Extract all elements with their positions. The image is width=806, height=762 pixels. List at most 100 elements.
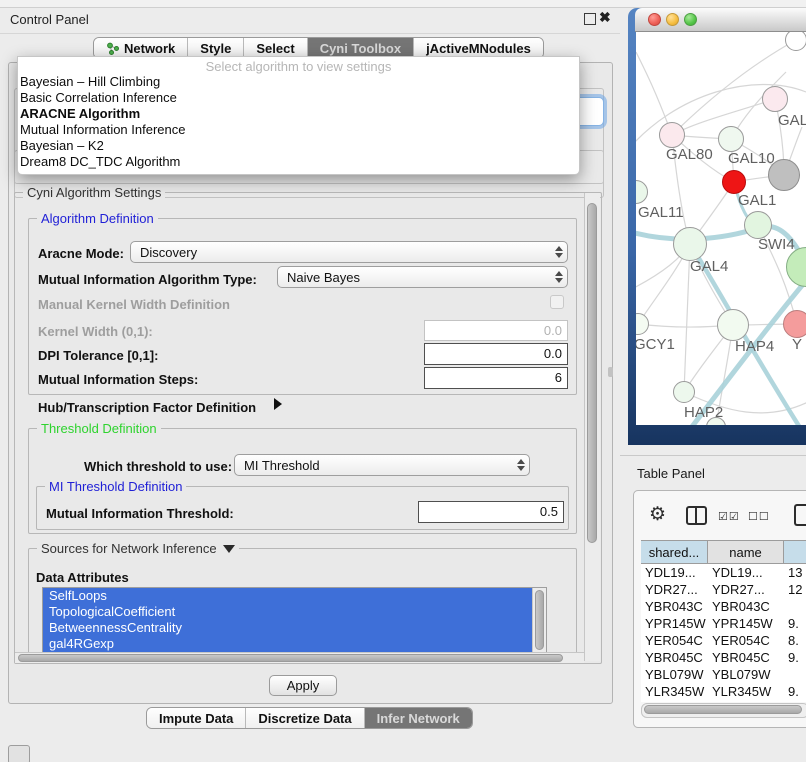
node-label: HAP4 [735, 338, 774, 355]
tab-cyni-toolbox[interactable]: Cyni Toolbox [307, 38, 413, 58]
list-scrollbar-thumb[interactable] [535, 590, 544, 650]
dropdown-item[interactable]: ARACNE Algorithm [20, 106, 577, 122]
table-cell: YBR043C [708, 598, 784, 615]
mi-threshold-field[interactable]: 0.5 [418, 501, 564, 523]
tab-select[interactable]: Select [243, 38, 306, 58]
panel-divider-handle[interactable] [608, 367, 613, 377]
dropdown-item[interactable]: Bayesian – K2 [20, 138, 577, 154]
table-header-row: shared... name [641, 540, 806, 564]
spinner-arrows-icon [551, 271, 567, 283]
table-row[interactable]: YLR345WYLR345W9. [641, 683, 806, 700]
data-attribute-item[interactable]: gal4RGexp [43, 636, 537, 652]
network-node-hap4[interactable] [717, 309, 749, 341]
node-label: GAL80 [666, 146, 713, 163]
application-screen: Control Panel ✖ NetworkStyleSelectCyni T… [0, 0, 806, 762]
settings-vscrollbar-thumb[interactable] [587, 203, 597, 543]
bottom-tabbar: Impute DataDiscretize DataInfer Network [146, 707, 473, 729]
node-label: GCY1 [636, 336, 675, 353]
data-attribute-item[interactable]: BetweennessCentrality [43, 620, 537, 636]
table-cell: YIL052C [708, 700, 784, 702]
table-row[interactable]: YDL19...YDL19...13 [641, 564, 806, 581]
tab-style[interactable]: Style [187, 38, 243, 58]
network-window-titlebar[interactable] [635, 8, 806, 32]
table-cell: YBR043C [641, 598, 708, 615]
aracne-mode-combobox[interactable]: Discovery [130, 241, 568, 263]
unchecked-pair-icon[interactable]: ☐☐ [748, 510, 770, 523]
spinner-arrows-icon [551, 246, 567, 258]
dropdown-item[interactable]: Bayesian – Hill Climbing [20, 74, 577, 90]
column-header-shared[interactable]: shared... [641, 541, 708, 563]
settings-hscrollbar-thumb[interactable] [18, 654, 563, 662]
dropdown-item[interactable]: Mutual Information Inference [20, 122, 577, 138]
table-cell: YDL19... [641, 564, 708, 581]
tab-network[interactable]: Network [94, 38, 187, 58]
tab-infer-network[interactable]: Infer Network [364, 708, 472, 728]
partial-table-icon[interactable] [794, 504, 806, 526]
table-row[interactable]: YBR043CYBR043C [641, 598, 806, 615]
column-header-partial[interactable] [784, 541, 806, 563]
close-icon[interactable]: ✖ [599, 9, 611, 26]
table-cell: YDR27... [708, 581, 784, 598]
network-node-gal[interactable] [762, 86, 788, 112]
collapse-arrow-icon[interactable] [223, 545, 235, 553]
data-attributes-list[interactable]: SelfLoopsTopologicalCoefficientBetweenne… [42, 587, 547, 654]
gear-icon[interactable]: ⚙ [649, 503, 666, 526]
table-cell: YIL052C [641, 700, 708, 702]
table-cell: 13 [784, 564, 806, 581]
network-node-gal1[interactable] [722, 170, 746, 194]
network-node-y[interactable] [783, 310, 806, 338]
table-body: YDL19...YDL19...13YDR27...YDR27...12YBR0… [641, 564, 806, 702]
column-header-name[interactable]: name [708, 541, 784, 563]
apply-button[interactable]: Apply [269, 675, 337, 696]
tab-impute-data[interactable]: Impute Data [147, 708, 245, 728]
dropdown-item[interactable]: Basic Correlation Inference [20, 90, 577, 106]
settings-vertical-scrollbar[interactable] [584, 193, 600, 661]
tab-jactivemnodules[interactable]: jActiveMNodules [413, 38, 543, 58]
network-view-window[interactable]: GALGAL80GAL10GAL1GAL11SWI4GAL4GCY1HAP4YH… [628, 8, 806, 445]
expand-arrow-icon[interactable] [274, 398, 282, 410]
logo-panel-icon[interactable] [8, 745, 30, 762]
kernel-width-field[interactable]: 0.0 [424, 320, 568, 341]
table-row[interactable]: YPR145WYPR145W9. [641, 615, 806, 632]
settings-horizontal-scrollbar[interactable] [15, 652, 584, 663]
minimize-traffic-icon[interactable] [666, 13, 679, 26]
data-attribute-item[interactable]: TopologicalCoefficient [43, 604, 537, 620]
tab-label: Select [256, 41, 294, 56]
table-cell: YBL079W [708, 666, 784, 683]
table-row[interactable]: YBL079WYBL079W [641, 666, 806, 683]
close-traffic-icon[interactable] [648, 13, 661, 26]
checked-pair-icon[interactable]: ☑☑ [718, 510, 740, 523]
network-node[interactable] [785, 32, 806, 51]
split-columns-icon[interactable] [686, 506, 707, 525]
which-threshold-combobox[interactable]: MI Threshold [234, 454, 530, 476]
data-attribute-item[interactable]: SelfLoops [43, 588, 537, 604]
table-row[interactable]: YIL052CYIL052C9. [641, 700, 806, 702]
table-horizontal-scrollbar[interactable] [641, 703, 806, 718]
table-row[interactable]: YBR045CYBR045C9. [641, 649, 806, 666]
network-canvas[interactable]: GALGAL80GAL10GAL1GAL11SWI4GAL4GCY1HAP4YH… [636, 32, 806, 425]
which-threshold-label: Which threshold to use: [84, 459, 232, 474]
network-node-gal4[interactable] [673, 227, 707, 261]
mi-steps-field[interactable]: 6 [424, 367, 568, 389]
mi-threshold-label: Mutual Information Threshold: [46, 506, 234, 521]
maximize-traffic-icon[interactable] [684, 13, 697, 26]
tab-discretize-data[interactable]: Discretize Data [245, 708, 363, 728]
top-divider-strip [0, 0, 806, 8]
table-row[interactable]: YER054CYER054C8. [641, 632, 806, 649]
network-node-gal10[interactable] [718, 126, 744, 152]
table-row[interactable]: YDR27...YDR27...12 [641, 581, 806, 598]
manual-kernel-checkbox[interactable] [550, 295, 564, 309]
float-window-icon[interactable] [584, 13, 596, 25]
network-node-hap2[interactable] [673, 381, 695, 403]
dpi-tolerance-label: DPI Tolerance [0,1]: [38, 348, 158, 363]
dropdown-item[interactable]: Dream8 DC_TDC Algorithm [20, 154, 577, 170]
mi-type-combobox[interactable]: Naive Bayes [277, 266, 568, 288]
network-node-gal80[interactable] [659, 122, 685, 148]
table-hscrollbar-thumb[interactable] [644, 705, 802, 714]
dpi-tolerance-field[interactable]: 0.0 [424, 343, 568, 365]
network-node-swi4[interactable] [744, 211, 772, 239]
tab-label: Network [124, 41, 175, 56]
list-vertical-scrollbar[interactable] [532, 588, 546, 653]
table-cell: YBR045C [708, 649, 784, 666]
network-node[interactable] [768, 159, 800, 191]
